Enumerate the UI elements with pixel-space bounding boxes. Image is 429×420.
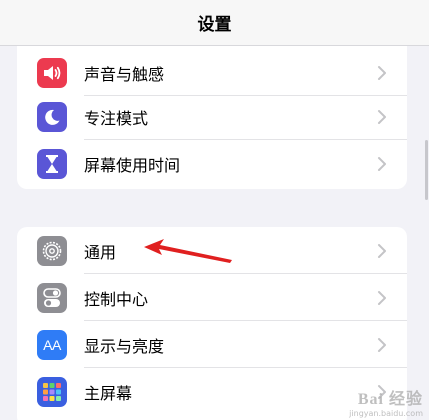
chevron-right-icon — [378, 337, 386, 352]
speaker-icon — [37, 57, 67, 88]
watermark-url: jingyan.baidu.com — [349, 409, 423, 418]
settings-group-1: 声音与触感 专注模式 屏幕使用时间 — [17, 46, 407, 189]
settings-row-display[interactable]: AA 显示与亮度 — [17, 321, 407, 368]
scroll-indicator[interactable] — [425, 140, 428, 200]
settings-row-label: 控制中心 — [84, 289, 149, 309]
chevron-right-icon — [378, 290, 386, 305]
watermark: Bai 经验 jingyan.baidu.com — [349, 385, 423, 418]
settings-row-label: 声音与触感 — [84, 64, 165, 84]
settings-row-screen-time[interactable]: 屏幕使用时间 — [17, 140, 407, 187]
settings-row-sounds[interactable]: 声音与触感 — [17, 49, 407, 96]
settings-row-label: 通用 — [84, 242, 117, 262]
nav-bar: 设置 — [0, 0, 429, 46]
page-title: 设置 — [197, 15, 232, 35]
annotation-arrow — [140, 236, 240, 266]
watermark-logo-text: Bai 经验 — [357, 391, 423, 408]
text-size-icon: AA — [37, 329, 67, 360]
chevron-right-icon — [378, 65, 386, 80]
chevron-right-icon — [378, 243, 386, 258]
moon-icon — [37, 101, 67, 132]
settings-row-label: 屏幕使用时间 — [84, 155, 181, 175]
settings-row-focus[interactable]: 专注模式 — [17, 93, 407, 140]
hourglass-icon — [37, 148, 67, 179]
chevron-right-icon — [378, 109, 386, 124]
text-size-glyph: AA — [43, 336, 61, 353]
gear-icon — [37, 235, 67, 266]
settings-row-label: 专注模式 — [84, 108, 149, 128]
settings-row-control-center[interactable]: 控制中心 — [17, 274, 407, 321]
home-grid-icon — [37, 376, 67, 407]
chevron-right-icon — [378, 156, 386, 171]
settings-row-label: 显示与亮度 — [84, 336, 165, 356]
toggles-icon — [37, 282, 67, 313]
settings-row-label: 主屏幕 — [84, 383, 133, 403]
